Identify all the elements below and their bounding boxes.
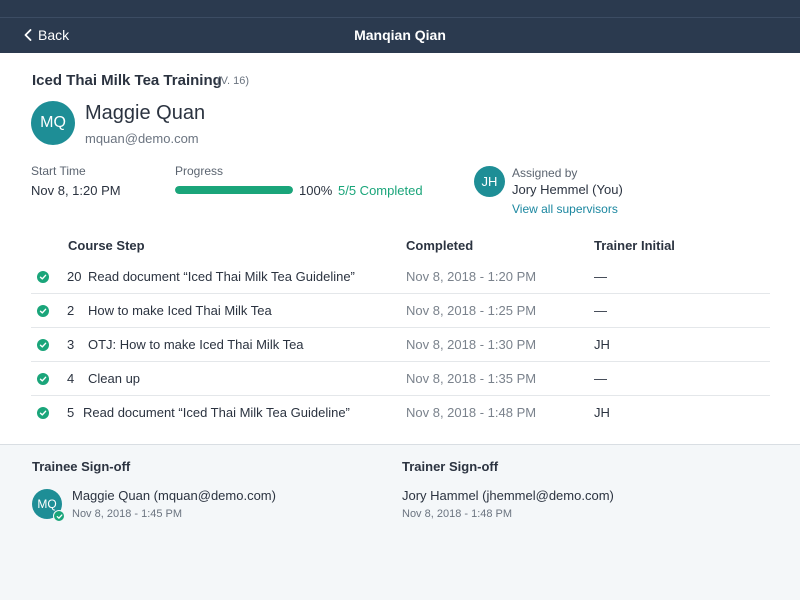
step-number: 2 [67, 303, 75, 318]
start-time-value: Nov 8, 1:20 PM [31, 183, 121, 198]
step-completed-time: Nov 8, 2018 - 1:30 PM [406, 337, 537, 352]
supervisor-avatar: JH [474, 166, 505, 197]
trainee-signoff-heading: Trainee Sign-off [32, 459, 131, 474]
trainer-signoff-heading: Trainer Sign-off [402, 459, 499, 474]
trainee-avatar: MQ [31, 101, 75, 145]
trainer-signoff-time: Nov 8, 2018 - 1:48 PM [402, 508, 513, 520]
trainee-email: mquan@demo.com [85, 131, 199, 146]
check-circle-icon [37, 339, 49, 351]
step-trainer-initial: JH [594, 337, 610, 352]
progress-bar [175, 186, 293, 194]
view-all-supervisors-link[interactable]: View all supervisors [512, 202, 618, 216]
step-name: OTJ: How to make Iced Thai Milk Tea [88, 337, 304, 352]
check-circle-icon [53, 510, 65, 522]
top-bar: Back Manqian Qian [0, 0, 800, 53]
step-name: Read document “Iced Thai Milk Tea Guidel… [83, 405, 350, 420]
step-name: How to make Iced Thai Milk Tea [88, 303, 272, 318]
assigned-by-label: Assigned by [512, 166, 578, 180]
progress-completed-count: 5/5 Completed [338, 183, 423, 198]
progress-percent: 100% [299, 183, 333, 198]
table-row[interactable]: 4 Clean up Nov 8, 2018 - 1:35 PM — [31, 362, 770, 396]
trainee-signoff-name: Maggie Quan (mquan@demo.com) [72, 488, 276, 503]
trainee-name: Maggie Quan [85, 102, 206, 124]
table-row[interactable]: 3 OTJ: How to make Iced Thai Milk Tea No… [31, 328, 770, 362]
trainee-signoff-time: Nov 8, 2018 - 1:45 PM [72, 508, 183, 520]
column-header-trainer-initial: Trainer Initial [594, 238, 675, 253]
check-circle-icon [37, 271, 49, 283]
step-number: 20 [67, 269, 82, 284]
table-row[interactable]: 20 Read document “Iced Thai Milk Tea Gui… [31, 260, 770, 294]
assigned-by-name: Jory Hemmel (You) [512, 182, 623, 197]
progress-label: Progress [175, 164, 224, 178]
step-number: 4 [67, 371, 75, 386]
table-row[interactable]: 2 How to make Iced Thai Milk Tea Nov 8, … [31, 294, 770, 328]
check-circle-icon [37, 305, 49, 317]
step-completed-time: Nov 8, 2018 - 1:25 PM [406, 303, 537, 318]
trainer-signoff-name: Jory Hammel (jhemmel@demo.com) [402, 488, 614, 503]
step-completed-time: Nov 8, 2018 - 1:35 PM [406, 371, 537, 386]
step-trainer-initial: JH [594, 405, 610, 420]
step-name: Read document “Iced Thai Milk Tea Guidel… [88, 269, 355, 284]
step-completed-time: Nov 8, 2018 - 1:48 PM [406, 405, 537, 420]
step-trainer-initial: — [594, 371, 607, 386]
course-version: (V. 16) [217, 75, 250, 87]
page-title: Manqian Qian [354, 27, 446, 43]
check-circle-icon [37, 373, 49, 385]
step-completed-time: Nov 8, 2018 - 1:20 PM [406, 269, 537, 284]
step-number: 5 [67, 405, 75, 420]
start-time-label: Start Time [31, 164, 86, 178]
course-title: Iced Thai Milk Tea Training [32, 72, 222, 89]
signoff-section: Trainee Sign-off MQ Maggie Quan (mquan@d… [0, 444, 800, 600]
column-header-course-step: Course Step [68, 238, 145, 253]
column-header-completed: Completed [406, 238, 474, 253]
step-number: 3 [67, 337, 75, 352]
table-row[interactable]: 5 Read document “Iced Thai Milk Tea Guid… [31, 396, 770, 430]
step-trainer-initial: — [594, 303, 607, 318]
progress-bar-fill [175, 186, 293, 194]
check-circle-icon [37, 407, 49, 419]
step-name: Clean up [88, 371, 141, 386]
step-trainer-initial: — [594, 269, 607, 284]
top-bar-divider [0, 17, 800, 18]
